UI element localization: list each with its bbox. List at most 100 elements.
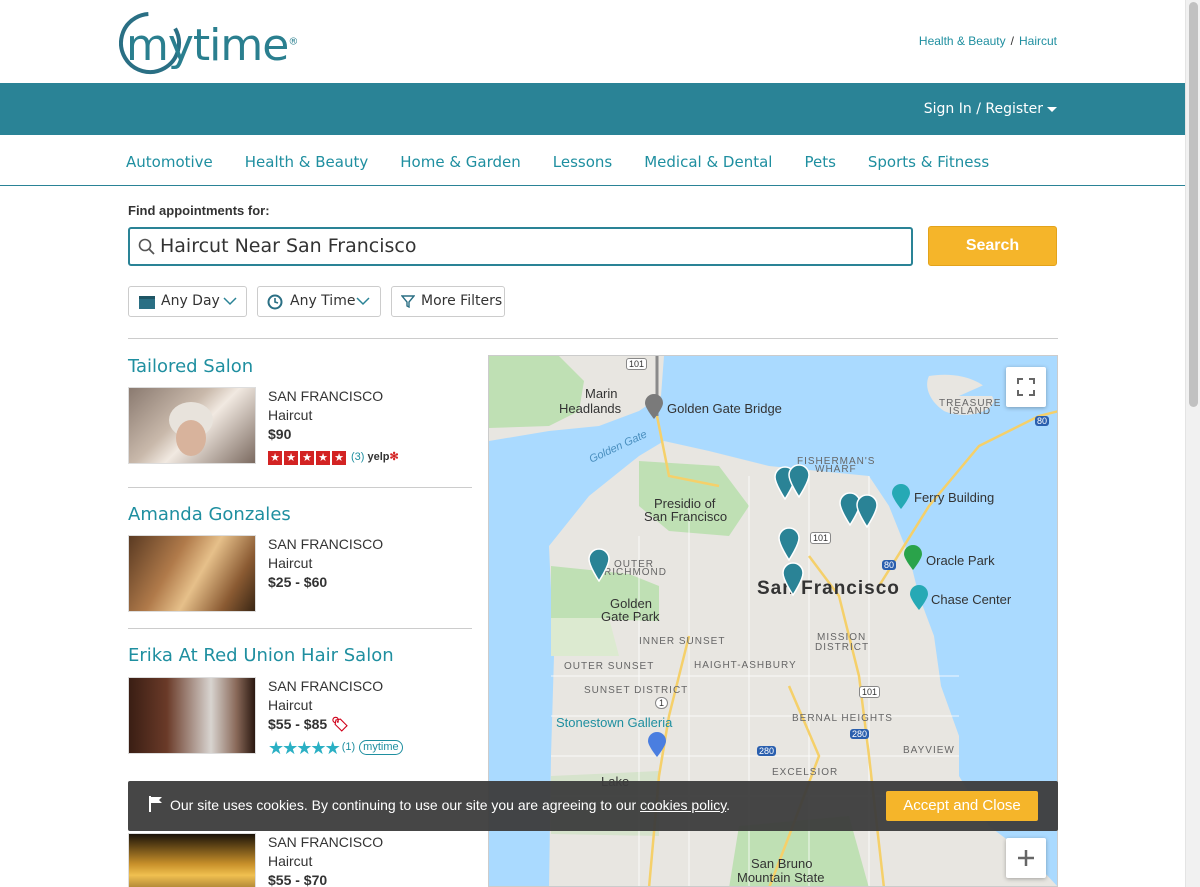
listing-photo[interactable] — [128, 535, 256, 612]
highway-101-shield: 101 — [810, 532, 832, 544]
page-scrollbar[interactable] — [1185, 0, 1200, 887]
category-nav: Automotive Health & Beauty Home & Garden… — [0, 135, 1185, 186]
category-lessons[interactable]: Lessons — [553, 153, 612, 171]
cookie-message-text: Our site uses cookies. By continuing to … — [170, 797, 637, 813]
star-icon: ★ — [316, 450, 330, 465]
map-label-outer-sunset: OUTER SUNSET — [564, 661, 655, 672]
highway-101-shield: 101 — [626, 358, 648, 370]
mytime-mini-logo: mytime — [359, 740, 403, 755]
chevron-down-icon — [356, 297, 370, 306]
any-time-label: Any Time — [290, 293, 356, 309]
listing-service: Haircut — [268, 697, 313, 713]
breadcrumb-haircut[interactable]: Haircut — [1019, 34, 1057, 48]
map-label-bernal: BERNAL HEIGHTS — [792, 713, 893, 724]
listing-price: $55 - $70 — [268, 872, 328, 887]
map-label-stonestown[interactable]: Stonestown Galleria — [556, 715, 672, 730]
calendar-icon — [139, 296, 155, 309]
clock-icon — [267, 294, 283, 310]
stadium-pin-icon[interactable] — [903, 545, 923, 571]
accept-and-close-button[interactable]: Accept and Close — [886, 791, 1038, 821]
listing-city: SAN FRANCISCO — [268, 834, 384, 850]
listing-name[interactable]: Amanda Gonzales — [128, 504, 472, 525]
category-medical-dental[interactable]: Medical & Dental — [644, 153, 772, 171]
map-label-wharf: WHARF — [815, 464, 857, 475]
star-icon: ★ — [324, 737, 341, 758]
map-label-golden-gate-bridge[interactable]: Golden Gate Bridge — [667, 401, 782, 416]
search-icon — [138, 238, 155, 255]
find-appointments-label: Find appointments for: — [128, 203, 270, 218]
search-button[interactable]: Search — [928, 226, 1057, 266]
more-filters-label: More Filters — [421, 293, 503, 309]
ferry-pin-icon[interactable] — [891, 484, 911, 510]
listing-city: SAN FRANCISCO — [268, 536, 384, 552]
mytime-marker-icon[interactable] — [778, 527, 800, 561]
listing-name[interactable]: Erika At Red Union Hair Salon — [128, 645, 472, 666]
listing-info: SAN FRANCISCO Haircut $90 ★ ★ ★ ★ ★ (3) yelp… — [268, 387, 399, 467]
category-sports-fitness[interactable]: Sports & Fitness — [868, 153, 989, 171]
map-label-oracle-park[interactable]: Oracle Park — [926, 553, 995, 568]
map-label-golden-gate-park-2: Gate Park — [601, 609, 660, 624]
yelp-rating[interactable]: ★ ★ ★ ★ ★ (3) yelp✻ — [268, 448, 399, 467]
scrollbar-thumb[interactable] — [1189, 2, 1198, 407]
cookies-policy-link[interactable]: cookies policy — [640, 797, 726, 813]
map-label-sunset-district: SUNSET DISTRICT — [584, 685, 689, 696]
map-label-ferry-building[interactable]: Ferry Building — [914, 490, 994, 505]
landmark-pin-icon[interactable] — [644, 394, 664, 420]
listing-service: Haircut — [268, 853, 313, 869]
listing-service: Haircut — [268, 555, 313, 571]
search-field[interactable] — [128, 227, 913, 266]
filter-funnel-icon — [401, 295, 415, 308]
listing-photo[interactable] — [128, 387, 256, 464]
map-label-richmond: RICHMOND — [604, 567, 667, 578]
highway-280-shield: 280 — [850, 729, 870, 739]
map-label-bayview: BAYVIEW — [903, 745, 955, 756]
fullscreen-button[interactable] — [1006, 367, 1046, 407]
listing-price-row: $55 - $85 🏷 — [268, 715, 403, 734]
listing-price: $55 - $85 — [268, 716, 328, 732]
search-input[interactable] — [160, 233, 900, 259]
rating-count: (1) — [341, 741, 356, 753]
listing-info: SAN FRANCISCO Haircut $25 - $60 — [268, 535, 383, 592]
breadcrumb-health-beauty[interactable]: Health & Beauty — [919, 34, 1006, 48]
flag-icon — [149, 796, 162, 812]
shopping-pin-icon[interactable] — [647, 732, 667, 758]
star-icon: ★ — [332, 450, 346, 465]
mytime-marker-icon[interactable] — [856, 494, 878, 528]
signin-label: Sign In / Register — [923, 101, 1043, 117]
category-automotive[interactable]: Automotive — [126, 153, 213, 171]
mytime-marker-icon[interactable] — [588, 548, 610, 582]
zoom-in-button[interactable] — [1006, 838, 1046, 878]
listing-photo[interactable] — [128, 677, 256, 754]
highway-101-shield: 101 — [859, 686, 881, 698]
cookie-message: Our site uses cookies. By continuing to … — [170, 797, 730, 813]
map-label-excelsior: EXCELSIOR — [772, 767, 839, 778]
star-icon: ★ — [300, 450, 314, 465]
category-home-garden[interactable]: Home & Garden — [400, 153, 521, 171]
listing-card: Amanda Gonzales SAN FRANCISCO Haircut $2… — [128, 504, 472, 624]
rating-count: (3) — [351, 451, 365, 463]
arena-pin-icon[interactable] — [909, 585, 929, 611]
yelp-logo: yelp✻ — [367, 451, 399, 463]
star-icon: ★ — [284, 450, 298, 465]
category-pets[interactable]: Pets — [804, 153, 835, 171]
breadcrumb: Health & Beauty / Haircut — [919, 34, 1057, 48]
any-day-filter[interactable]: Any Day — [128, 286, 247, 317]
category-health-beauty[interactable]: Health & Beauty — [245, 153, 368, 171]
highway-280-shield: 280 — [757, 746, 777, 756]
more-filters-button[interactable]: More Filters — [391, 286, 505, 317]
listing-photo[interactable] — [128, 833, 256, 887]
plus-icon — [1018, 850, 1034, 866]
listing-divider — [128, 628, 472, 629]
mytime-rating[interactable]: ★ ★ ★ ★ ★ (1) mytime — [268, 738, 403, 757]
cookie-period: . — [726, 797, 731, 813]
map-label-headlands: Headlands — [559, 401, 622, 416]
signin-register-menu[interactable]: Sign In / Register — [924, 101, 1057, 117]
mytime-marker-icon[interactable] — [782, 562, 804, 596]
listing-name[interactable]: Tailored Salon — [128, 356, 472, 377]
mytime-marker-icon[interactable] — [788, 464, 810, 498]
top-bar: Sign In / Register — [0, 83, 1185, 135]
map-label-chase-center[interactable]: Chase Center — [931, 592, 1011, 607]
any-time-filter[interactable]: Any Time — [257, 286, 381, 317]
map-label-san-bruno: San Bruno — [751, 856, 813, 871]
listing-service: Haircut — [268, 407, 313, 423]
